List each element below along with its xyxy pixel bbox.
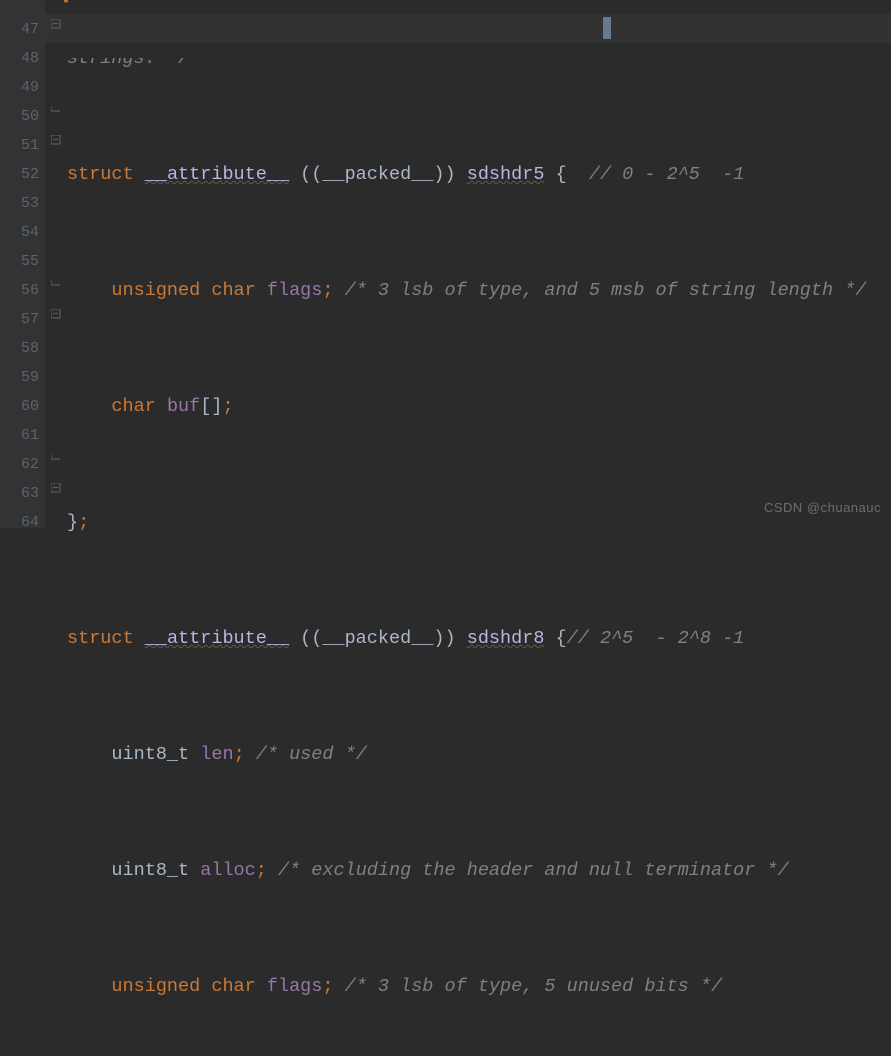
line-number: 48 — [0, 44, 39, 73]
line-number: 60 — [0, 392, 39, 421]
fold-close-icon[interactable] — [51, 454, 61, 464]
code-line: uint8_t alloc; /* excluding the header a… — [67, 856, 891, 885]
line-number: 61 — [0, 421, 39, 450]
line-number: 55 — [0, 247, 39, 276]
line-number: 64 — [0, 508, 39, 537]
fold-column — [45, 0, 67, 528]
code-editor[interactable]: 47 48 49 50 51 52 53 54 55 56 57 58 59 6… — [0, 0, 891, 528]
line-number: 57 — [0, 305, 39, 334]
line-number-gutter: 47 48 49 50 51 52 53 54 55 56 57 58 59 6… — [0, 0, 45, 528]
code-line: unsigned char flags; /* 3 lsb of type, 5… — [67, 972, 891, 1001]
line-number: 49 — [0, 73, 39, 102]
code-line: strings. */ — [67, 58, 189, 73]
line-number: 63 — [0, 479, 39, 508]
fold-close-icon[interactable] — [51, 280, 61, 290]
code-line: struct __attribute__ ((__packed__)) sdsh… — [67, 624, 891, 653]
fold-toggle-icon[interactable] — [51, 483, 61, 493]
line-number: 62 — [0, 450, 39, 479]
line-number: 54 — [0, 218, 39, 247]
code-area[interactable]: strings. */ struct __attribute__ ((__pac… — [67, 0, 891, 528]
line-number: 58 — [0, 334, 39, 363]
line-number: 56 — [0, 276, 39, 305]
watermark-text: CSDN @chuanauc — [764, 493, 881, 522]
line-number: 53 — [0, 189, 39, 218]
code-line: char buf[]; — [67, 392, 891, 421]
line-number: 47 — [0, 15, 39, 44]
line-number: 59 — [0, 363, 39, 392]
code-line: struct __attribute__ ((__packed__)) sdsh… — [67, 160, 891, 189]
fold-close-icon[interactable] — [51, 106, 61, 116]
fold-toggle-icon[interactable] — [51, 135, 61, 145]
fold-toggle-icon[interactable] — [51, 19, 61, 29]
line-number: 52 — [0, 160, 39, 189]
line-number: 51 — [0, 131, 39, 160]
code-line: unsigned char flags; /* 3 lsb of type, a… — [67, 276, 891, 305]
line-number: 50 — [0, 102, 39, 131]
code-line: uint8_t len; /* used */ — [67, 740, 891, 769]
text-caret — [603, 17, 611, 39]
fold-toggle-icon[interactable] — [51, 309, 61, 319]
